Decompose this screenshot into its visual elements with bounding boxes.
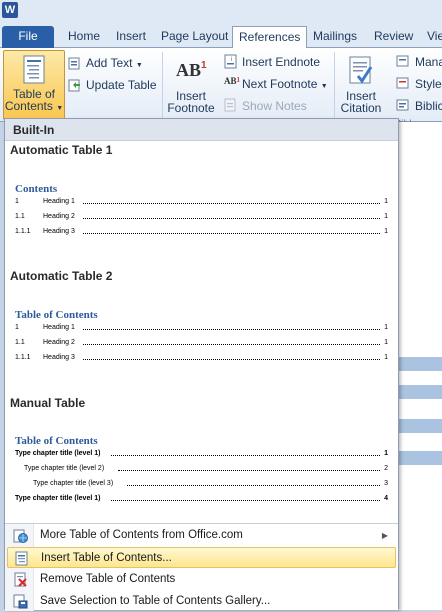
submenu-arrow-icon: ▶ bbox=[381, 531, 388, 540]
remove-toc-icon bbox=[14, 572, 27, 587]
preview-row: 1 Heading 1 1 bbox=[15, 324, 388, 331]
menu-item-label: Save Selection to Table of Contents Gall… bbox=[40, 595, 271, 607]
ribbon: Table of Contents ▼ Add Text ▼ Update Ta… bbox=[0, 48, 442, 130]
preview-row: 1.1 Heading 2 1 bbox=[15, 339, 388, 346]
preview-row: Type chapter title (level 1) 1 bbox=[15, 450, 388, 457]
show-notes-button[interactable]: Show Notes bbox=[242, 99, 307, 113]
tab-insert[interactable]: Insert bbox=[116, 26, 146, 48]
update-table-icon bbox=[68, 79, 80, 92]
toc-menu-commands: More Table of Contents from Office.com ▶… bbox=[5, 523, 398, 612]
toc-gallery-item-manual-table[interactable]: Table of Contents Type chapter title (le… bbox=[5, 431, 398, 523]
ribbon-separator bbox=[162, 52, 163, 118]
toc-label-line2: Contents bbox=[4, 99, 53, 113]
table-of-contents-button[interactable]: Table of Contents ▼ bbox=[3, 50, 65, 120]
preview-row: Type chapter title (level 3) 3 bbox=[33, 480, 388, 487]
preview-row: Type chapter title (level 1) 4 bbox=[15, 495, 388, 502]
insert-toc-item[interactable]: Insert Table of Contents... bbox=[7, 547, 396, 568]
preview-row: 1.1.1 Heading 3 1 bbox=[15, 354, 388, 361]
style-dropdown[interactable]: Style: bbox=[415, 77, 442, 91]
tab-home[interactable]: Home bbox=[68, 26, 100, 48]
gallery-section-title: Automatic Table 2 bbox=[10, 269, 113, 283]
tab-view[interactable]: Vie bbox=[427, 26, 442, 48]
chevron-down-icon: ▼ bbox=[320, 83, 328, 90]
more-toc-from-office-item[interactable]: More Table of Contents from Office.com ▶ bbox=[7, 525, 396, 546]
manage-sources-icon bbox=[396, 55, 409, 67]
chevron-down-icon: ▼ bbox=[56, 105, 64, 112]
document-dotted-line bbox=[402, 411, 442, 414]
preview-row: 1 Heading 1 1 bbox=[15, 198, 388, 205]
toc-gallery-item-automatic-table-1[interactable]: Contents 1 Heading 1 1 1.1 Heading 2 1 1… bbox=[5, 179, 398, 255]
insert-endnote-icon: i bbox=[224, 54, 237, 69]
next-footnote-button[interactable]: Next Footnote ▼ bbox=[242, 77, 328, 91]
preview-row: 1.1.1 Heading 3 1 bbox=[15, 228, 388, 235]
document-band bbox=[398, 419, 442, 433]
insert-endnote-button[interactable]: Insert Endnote bbox=[242, 55, 320, 69]
tab-page-layout[interactable]: Page Layout bbox=[161, 26, 228, 48]
toc-document-icon bbox=[23, 55, 45, 84]
menu-item-label: More Table of Contents from Office.com bbox=[40, 529, 243, 541]
insert-footnote-icon: AB1 bbox=[176, 60, 207, 80]
word-icon[interactable]: W bbox=[2, 2, 18, 18]
insert-footnote-label-line2: Footnote bbox=[167, 101, 215, 115]
preview-row: 1.1 Heading 2 1 bbox=[15, 213, 388, 220]
insert-citation-icon bbox=[349, 56, 373, 84]
document-band bbox=[398, 451, 442, 465]
insert-citation-label-line2: Citation bbox=[340, 101, 382, 115]
office-globe-icon bbox=[13, 529, 28, 543]
ribbon-separator bbox=[334, 52, 335, 118]
menu-item-label: Remove Table of Contents bbox=[40, 573, 176, 585]
toc-gallery-item-automatic-table-2[interactable]: Table of Contents 1 Heading 1 1 1.1 Head… bbox=[5, 305, 398, 381]
add-text-label: Add Text bbox=[86, 56, 133, 70]
document-dotted-line bbox=[402, 376, 442, 379]
chevron-down-icon: ▼ bbox=[135, 62, 143, 69]
add-text-icon bbox=[68, 57, 80, 70]
preview-heading: Table of Contents bbox=[15, 435, 98, 447]
next-footnote-icon: AB1 bbox=[224, 76, 241, 86]
document-band bbox=[398, 357, 442, 371]
ribbon-tabs: File Home Insert Page Layout References … bbox=[0, 24, 442, 49]
preview-heading: Contents bbox=[15, 183, 58, 195]
preview-row: Type chapter title (level 2) 2 bbox=[24, 465, 388, 472]
toc-gallery: Automatic Table 1 Contents 1 Heading 1 1… bbox=[5, 141, 398, 523]
preview-heading: Table of Contents bbox=[15, 309, 98, 321]
tab-mailings[interactable]: Mailings bbox=[313, 26, 357, 48]
toc-page-icon bbox=[15, 551, 28, 566]
tab-references[interactable]: References bbox=[232, 26, 308, 49]
add-text-button[interactable]: Add Text ▼ bbox=[86, 56, 143, 70]
title-bar: W bbox=[0, 0, 442, 24]
menu-item-label: Insert Table of Contents... bbox=[41, 552, 172, 564]
bibliography-icon bbox=[396, 99, 409, 111]
remove-toc-item[interactable]: Remove Table of Contents bbox=[7, 569, 396, 590]
gallery-section-title: Manual Table bbox=[10, 396, 86, 410]
tab-review[interactable]: Review bbox=[374, 26, 413, 48]
show-notes-icon bbox=[224, 98, 236, 112]
document-band bbox=[398, 385, 442, 399]
manage-sources-button[interactable]: Mana bbox=[415, 55, 442, 69]
insert-footnote-button[interactable]: Insert Footnote bbox=[166, 90, 216, 114]
bibliography-button[interactable]: Biblic bbox=[415, 99, 442, 113]
save-selection-to-gallery-item[interactable]: Save Selection to Table of Contents Gall… bbox=[7, 591, 396, 612]
save-selection-icon bbox=[13, 594, 28, 609]
next-footnote-label: Next Footnote bbox=[242, 77, 318, 91]
style-icon bbox=[396, 77, 409, 89]
update-table-button[interactable]: Update Table bbox=[86, 78, 157, 92]
built-in-header: Built-In bbox=[5, 119, 398, 141]
gallery-section-title: Automatic Table 1 bbox=[10, 143, 113, 157]
document-dotted-line bbox=[402, 443, 442, 446]
toc-dropdown-menu: Built-In Automatic Table 1 Contents 1 He… bbox=[4, 118, 399, 612]
tab-file[interactable]: File bbox=[2, 26, 54, 48]
svg-text:i: i bbox=[231, 57, 232, 63]
